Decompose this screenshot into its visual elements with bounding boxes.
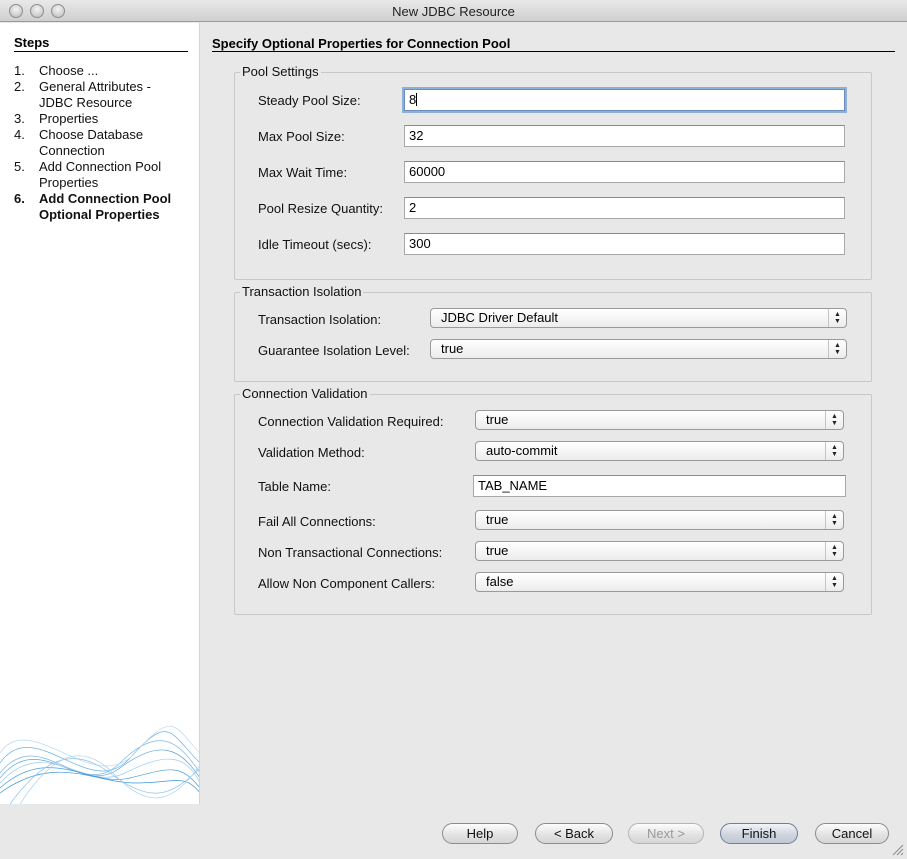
step-number: 1.: [14, 63, 25, 78]
guarantee-isolation-select[interactable]: true ▲ ▼: [430, 339, 847, 359]
max-pool-size-label: Max Pool Size:: [258, 129, 345, 144]
non-transactional-label: Non Transactional Connections:: [258, 545, 443, 560]
step-label: General Attributes - JDBC Resource: [39, 79, 151, 110]
idle-timeout-label: Idle Timeout (secs):: [258, 237, 372, 252]
non-transactional-select[interactable]: true ▲ ▼: [475, 541, 844, 561]
connection-validation-title: Connection Validation: [240, 386, 370, 401]
steps-panel: Steps 1. Choose ... 2. General Attribute…: [0, 23, 200, 804]
select-arrows-icon: ▲ ▼: [825, 442, 843, 460]
text-caret: [416, 93, 418, 106]
page-title: Specify Optional Properties for Connecti…: [212, 36, 511, 51]
idle-timeout-field[interactable]: 300: [404, 233, 845, 255]
allow-non-component-value: false: [486, 574, 514, 589]
max-wait-time-field[interactable]: 60000: [404, 161, 845, 183]
next-button[interactable]: Next >: [628, 823, 704, 844]
step-label: Properties: [39, 111, 99, 126]
step-number: 5.: [14, 159, 25, 174]
step-label: Add Connection Pool Optional Properties: [39, 191, 172, 222]
help-button[interactable]: Help: [442, 823, 518, 844]
step-label: Choose ...: [39, 63, 99, 78]
select-arrows-icon: ▲ ▼: [828, 309, 846, 327]
steps-divider: [14, 51, 188, 52]
step-number: 2.: [14, 79, 25, 94]
steady-pool-size-value: 8: [409, 92, 417, 107]
allow-non-component-label: Allow Non Component Callers:: [258, 576, 436, 591]
validation-method-select[interactable]: auto-commit ▲ ▼: [475, 441, 844, 461]
validation-required-label: Connection Validation Required:: [258, 414, 444, 429]
pool-settings-title: Pool Settings: [240, 64, 321, 79]
window-title: New JDBC Resource: [392, 4, 515, 19]
steps-heading: Steps: [14, 35, 50, 50]
validation-method-label: Validation Method:: [258, 445, 365, 460]
resize-grip-icon[interactable]: [892, 844, 904, 856]
steady-pool-size-field[interactable]: 8: [404, 89, 845, 111]
finish-button[interactable]: Finish: [720, 823, 798, 844]
transaction-isolation-label: Transaction Isolation:: [258, 312, 382, 327]
select-arrows-icon: ▲ ▼: [825, 511, 843, 529]
pool-resize-quantity-label: Pool Resize Quantity:: [258, 201, 384, 216]
table-name-field[interactable]: TAB_NAME: [473, 475, 846, 497]
fail-all-connections-value: true: [486, 512, 509, 527]
max-wait-time-label: Max Wait Time:: [258, 165, 348, 180]
table-name-label: Table Name:: [258, 479, 331, 494]
non-transactional-value: true: [486, 543, 509, 558]
guarantee-isolation-label: Guarantee Isolation Level:: [258, 343, 410, 358]
title-bar: New JDBC Resource: [0, 0, 907, 22]
guarantee-isolation-value: true: [441, 341, 464, 356]
steady-pool-size-label: Steady Pool Size:: [258, 93, 361, 108]
step-label: Add Connection Pool Properties: [39, 159, 162, 190]
decorative-waves-graphic: [0, 725, 199, 804]
back-button[interactable]: < Back: [535, 823, 613, 844]
validation-required-value: true: [486, 412, 509, 427]
cancel-button[interactable]: Cancel: [815, 823, 889, 844]
fail-all-connections-select[interactable]: true ▲ ▼: [475, 510, 844, 530]
title-divider: [212, 51, 895, 52]
select-arrows-icon: ▲ ▼: [828, 340, 846, 358]
transaction-isolation-value: JDBC Driver Default: [441, 310, 559, 325]
step-label: Choose Database Connection: [39, 127, 144, 158]
step-number: 3.: [14, 111, 25, 126]
step-number: 4.: [14, 127, 25, 142]
step-number: 6.: [14, 191, 25, 206]
transaction-isolation-title: Transaction Isolation: [240, 284, 364, 299]
transaction-isolation-group: Transaction Isolation: [234, 284, 872, 382]
validation-method-value: auto-commit: [486, 443, 558, 458]
max-pool-size-field[interactable]: 32: [404, 125, 845, 147]
fail-all-connections-label: Fail All Connections:: [258, 514, 376, 529]
pool-resize-quantity-field[interactable]: 2: [404, 197, 845, 219]
select-arrows-icon: ▲ ▼: [825, 411, 843, 429]
transaction-isolation-select[interactable]: JDBC Driver Default ▲ ▼: [430, 308, 847, 328]
allow-non-component-select[interactable]: false ▲ ▼: [475, 572, 844, 592]
select-arrows-icon: ▲ ▼: [825, 573, 843, 591]
validation-required-select[interactable]: true ▲ ▼: [475, 410, 844, 430]
select-arrows-icon: ▲ ▼: [825, 542, 843, 560]
